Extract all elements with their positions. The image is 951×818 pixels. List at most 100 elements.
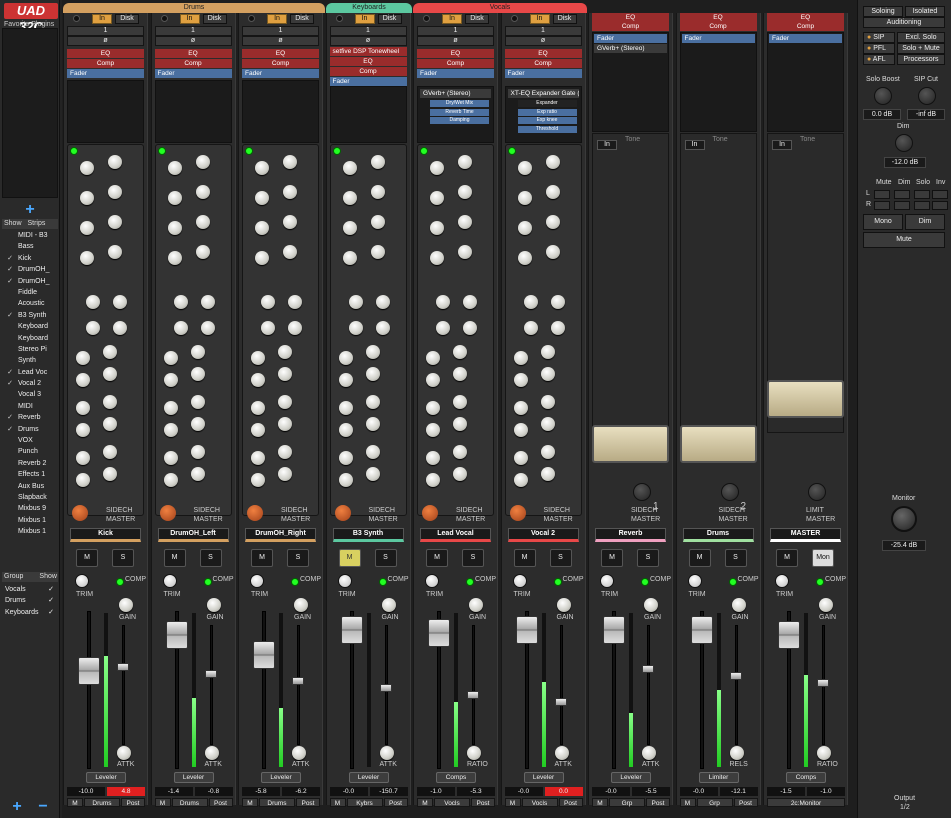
plugin-param[interactable]: Dry/Wet Mix [430, 100, 489, 107]
tone-in-button[interactable]: In [684, 140, 705, 150]
pan-knob[interactable] [422, 505, 438, 521]
eq-knob[interactable] [190, 395, 205, 409]
eq-knob[interactable] [195, 155, 210, 169]
pan-knob[interactable] [159, 505, 176, 521]
trim-knob[interactable] [162, 574, 177, 588]
group-list-item[interactable]: Keyboards ✓ [2, 607, 58, 618]
eq-knob[interactable] [103, 417, 117, 431]
peak-value[interactable]: -5.5 [632, 787, 670, 796]
group-list-item[interactable]: Drums ✓ [2, 595, 58, 606]
eq-knob[interactable] [342, 251, 357, 265]
monitor-output-select[interactable]: 2c:Monitor [767, 798, 845, 807]
eq-knob[interactable] [370, 215, 385, 229]
eq-insert[interactable]: EQ [767, 13, 844, 22]
phase-button[interactable]: ø [417, 36, 494, 46]
eq-knob[interactable] [430, 161, 444, 175]
eq-knob[interactable] [540, 445, 555, 459]
eq-knob[interactable] [348, 321, 363, 335]
eq-knob[interactable] [76, 423, 90, 437]
fader-insert[interactable]: Fader [504, 69, 582, 78]
isolated-button[interactable]: Isolated [905, 6, 945, 17]
disk-button[interactable]: Disk [377, 14, 402, 24]
record-icon[interactable] [423, 15, 430, 22]
strip-name[interactable]: Lead Vocal [420, 528, 491, 542]
eq-knob[interactable] [86, 295, 100, 309]
record-icon[interactable] [73, 15, 80, 22]
eq-knob[interactable] [108, 215, 122, 229]
post-select[interactable]: Post [646, 798, 670, 807]
eq-knob[interactable] [76, 351, 90, 365]
eq-knob[interactable] [517, 161, 532, 175]
input-button[interactable]: In [267, 14, 287, 24]
eq-knob[interactable] [540, 395, 555, 409]
eq-knob[interactable] [436, 321, 450, 335]
plugin-param[interactable]: Expander [517, 100, 577, 107]
eq-knob[interactable] [458, 215, 472, 229]
trim-knob[interactable] [600, 574, 614, 588]
dynamics-type-button[interactable]: Comps [786, 772, 826, 783]
eq-knob[interactable] [261, 321, 275, 335]
channel-toggle[interactable] [932, 201, 948, 210]
eq-insert[interactable]: EQ [504, 49, 582, 58]
strip-visible-checkbox[interactable]: ✓ [2, 310, 18, 321]
volume-fader[interactable] [165, 621, 188, 649]
afl-button[interactable]: ● AFL [863, 54, 895, 65]
group-select[interactable]: Vocls [434, 798, 470, 807]
eq-knob[interactable] [190, 417, 205, 431]
eq-knob[interactable] [251, 373, 265, 387]
comp-enable-led[interactable] [641, 578, 649, 586]
eq-knob[interactable] [338, 451, 353, 465]
eq-knob[interactable] [163, 423, 178, 437]
fader-insert[interactable]: Fader [769, 34, 842, 43]
eq-knob[interactable] [436, 295, 450, 309]
trim-knob[interactable] [687, 574, 702, 588]
drive-knob[interactable] [720, 483, 739, 501]
eq-knob[interactable] [80, 161, 94, 175]
strip-visible-checkbox[interactable]: ✓ [2, 253, 18, 264]
comp-enable-led[interactable] [291, 578, 299, 586]
strip-name[interactable]: Drums [682, 528, 754, 542]
mute-button[interactable]: Mute [863, 232, 945, 248]
eq-knob[interactable] [251, 423, 265, 437]
input-select[interactable]: 1 [67, 26, 144, 36]
dim-knob[interactable] [895, 134, 913, 152]
strip-list-item[interactable]: Punch [2, 446, 58, 457]
eq-knob[interactable] [251, 401, 265, 415]
route-mono-button[interactable]: M [417, 798, 433, 807]
fader-value[interactable]: -0.0 [592, 787, 630, 796]
eq-knob[interactable] [513, 473, 528, 487]
eq-knob[interactable] [190, 467, 205, 481]
mute-button[interactable]: M [338, 549, 361, 567]
mute-button[interactable]: M [776, 549, 798, 567]
eq-knob[interactable] [338, 351, 353, 365]
comp-insert[interactable]: Comp [592, 22, 669, 31]
plugin-param[interactable]: Exp ratio [517, 108, 577, 116]
group-show-checkbox[interactable]: ✓ [48, 584, 54, 595]
eq-insert[interactable]: EQ [154, 49, 232, 58]
eq-knob[interactable] [167, 161, 182, 175]
comp-insert[interactable]: Comp [242, 59, 319, 68]
strip-list-item[interactable]: VOX [2, 435, 58, 446]
post-select[interactable]: Post [733, 798, 758, 807]
strip-list-item[interactable]: Keyboard [2, 333, 58, 344]
eq-knob[interactable] [288, 321, 302, 335]
eq-knob[interactable] [426, 423, 440, 437]
sip-button[interactable]: ● SIP [863, 32, 895, 43]
attack-knob[interactable] [204, 746, 219, 760]
eq-knob[interactable] [278, 345, 292, 359]
gain-knob[interactable] [556, 598, 571, 612]
solo-boost-value[interactable]: 0.0 dB [863, 109, 901, 120]
eq-knob[interactable] [255, 251, 269, 265]
eq-knob[interactable] [517, 191, 532, 205]
input-button[interactable]: In [442, 14, 462, 24]
eq-knob[interactable] [190, 367, 205, 381]
fader-insert[interactable]: Fader [67, 69, 144, 78]
strip-name[interactable]: MASTER [770, 528, 841, 542]
plugin-insert[interactable]: XT-EQ Expander Gate (M [507, 89, 579, 98]
group-tab-drums[interactable]: Drums [63, 3, 325, 13]
pan-knob[interactable] [509, 505, 526, 521]
eq-knob[interactable] [545, 245, 560, 259]
solo-button[interactable]: S [374, 549, 397, 567]
group-select[interactable]: Kybrs [346, 798, 383, 807]
comp-enable-led[interactable] [116, 578, 124, 586]
